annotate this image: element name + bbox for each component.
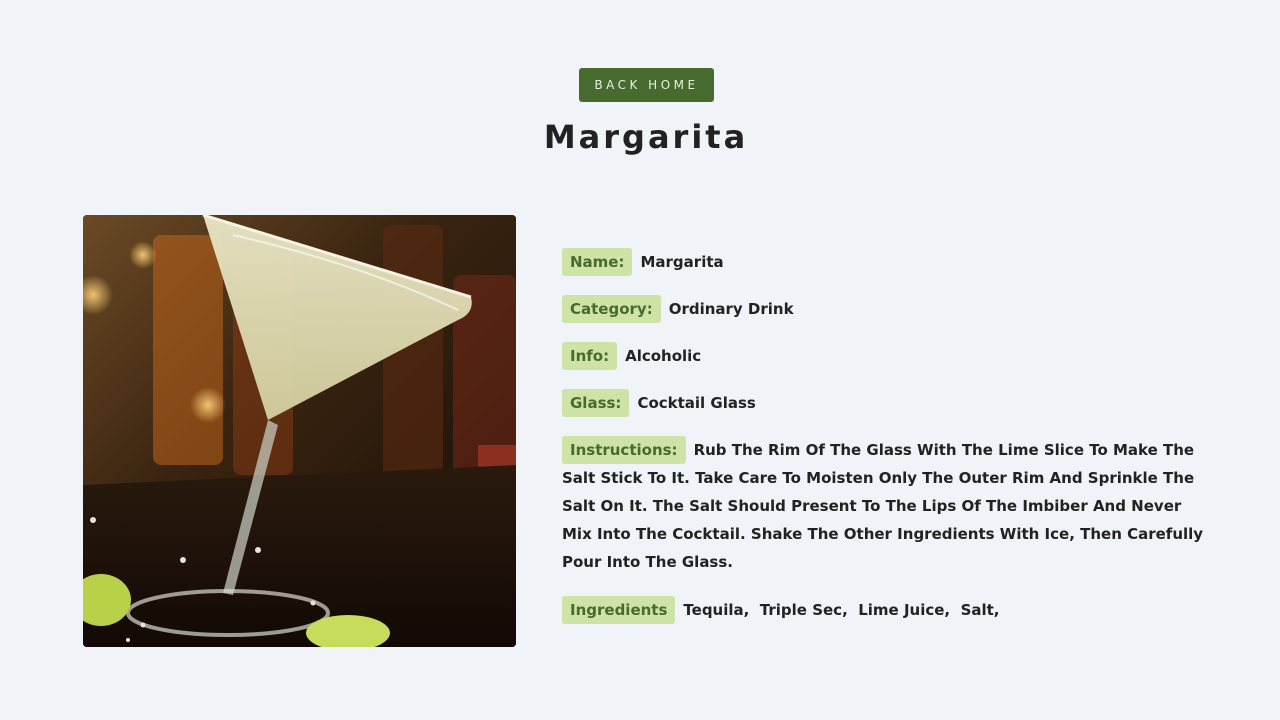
glass-row: Glass: Cocktail Glass	[562, 389, 1212, 417]
instructions-row: Instructions: Rub The Rim Of The Glass Wi…	[562, 436, 1212, 576]
ingredient-item: Tequila,	[683, 601, 750, 619]
name-row: Name: Margarita	[562, 248, 1212, 276]
back-home-button[interactable]: BACK HOME	[579, 68, 714, 102]
ingredient-item: Lime Juice,	[858, 601, 951, 619]
ingredient-item: Triple Sec,	[759, 601, 848, 619]
ingredients-row: Ingredients Tequila, Triple Sec, Lime Juice…	[562, 596, 1212, 624]
drink-details: Name: Margarita Category: Ordinary Drink I…	[562, 248, 1212, 643]
name-label: Name:	[562, 248, 633, 276]
category-label: Category:	[562, 295, 661, 323]
info-row: Info: Alcoholic	[562, 342, 1212, 370]
category-value: Ordinary Drink	[668, 300, 794, 318]
name-value: Margarita	[640, 253, 724, 271]
glass-label: Glass:	[562, 389, 630, 417]
page-title: Margarita	[543, 118, 749, 156]
page: BACK HOME Margarita Name: Margarita Cate…	[0, 0, 1280, 720]
info-label: Info:	[562, 342, 618, 370]
drink-image	[83, 215, 516, 647]
ingredients-label: Ingredients	[562, 596, 676, 624]
glass-value: Cocktail Glass	[637, 394, 756, 412]
instructions-label: Instructions:	[562, 436, 686, 464]
info-value: Alcoholic	[625, 347, 702, 365]
category-row: Category: Ordinary Drink	[562, 295, 1212, 323]
margarita-photo-illustration	[83, 215, 516, 647]
ingredient-item: Salt,	[960, 601, 1000, 619]
